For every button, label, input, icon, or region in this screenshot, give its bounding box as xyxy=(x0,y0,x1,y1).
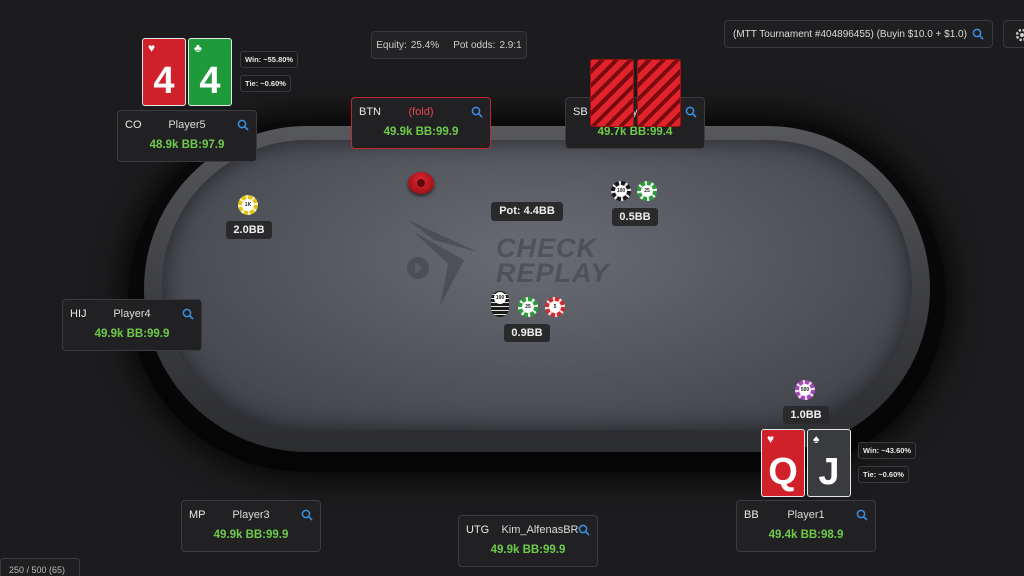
chip-denomination: 100 xyxy=(494,292,506,304)
hole-card: ♥ Q xyxy=(761,429,805,497)
hand-counter: 250 / 500 (65) xyxy=(0,558,80,576)
chip-denomination: 25 xyxy=(641,185,653,197)
card-rank: 4 xyxy=(199,60,221,102)
equity-label: Equity: xyxy=(376,39,407,51)
bet-amount-text: 1.0BB xyxy=(790,409,822,421)
chip-denomination: 1K xyxy=(242,199,254,211)
settings-button[interactable] xyxy=(1003,20,1024,48)
player-stack: 49.4k BB:98.9 xyxy=(768,529,844,541)
search-icon[interactable] xyxy=(856,508,868,526)
search-icon[interactable] xyxy=(972,28,984,43)
card-back xyxy=(590,59,634,127)
chip-denomination: 500 xyxy=(799,384,811,396)
player-seat-utg[interactable]: UTG Kim_AlfenasBR 49.9k BB:99.9 xyxy=(458,515,598,567)
heart-icon: ♥ xyxy=(767,432,775,446)
search-icon[interactable] xyxy=(237,118,249,136)
search-icon[interactable] xyxy=(182,307,194,325)
player-stack: 49.9k BB:99.9 xyxy=(490,544,566,556)
tournament-info[interactable]: (MTT Tournament #404896455) (Buyin $10.0… xyxy=(724,20,993,48)
pot-total: Pot: 4.4BB xyxy=(491,202,563,221)
hole-card: ♣ 4 xyxy=(188,38,232,106)
bet-amount: 1.0BB xyxy=(783,406,829,424)
tie-equity-text: Tie: ~0.60% xyxy=(245,79,286,88)
player-seat-mp[interactable]: MP Player3 49.9k BB:99.9 xyxy=(181,500,321,552)
hole-card: ♥ 4 xyxy=(142,38,186,106)
player-name: Player7 xyxy=(616,106,654,118)
card-back xyxy=(637,59,681,127)
player-name: (fold) xyxy=(408,106,434,118)
poker-replay-screen: CHECK REPLAY Equity: 25.4% Pot odds: 2.9… xyxy=(0,0,1024,576)
equity-info: Equity: 25.4% Pot odds: 2.9:1 xyxy=(371,31,527,59)
search-icon[interactable] xyxy=(471,105,483,123)
chip-1k: 1K xyxy=(238,195,258,215)
hand-counter-text: 250 / 500 (65) xyxy=(9,565,66,575)
player-stack: 49.9k BB:99.9 xyxy=(383,126,459,138)
win-equity-text: Win: ~55.80% xyxy=(245,55,294,64)
card-rank: 4 xyxy=(153,60,175,102)
tournament-title: (MTT Tournament #404896455) (Buyin $10.0… xyxy=(733,28,967,40)
player-seat-btn[interactable]: BTN (fold) 49.9k BB:99.9 xyxy=(351,97,491,149)
chip-denomination: 25 xyxy=(522,301,534,313)
bet-amount-text: 2.0BB xyxy=(233,224,265,236)
check-replay-logo: CHECK REPLAY xyxy=(404,212,654,308)
logo-mark-icon xyxy=(407,220,478,306)
tie-equity-text: Tie: ~0.60% xyxy=(863,470,904,479)
player-seat-sb[interactable]: SB Player7 49.7k BB:99.4 xyxy=(565,97,705,149)
player-seat-bb[interactable]: BB Player1 49.4k BB:98.9 xyxy=(736,500,876,552)
gear-icon xyxy=(1014,27,1024,48)
player-name: Player5 xyxy=(168,119,206,131)
bet-amount: 0.5BB xyxy=(612,208,658,226)
player-seat-hij[interactable]: HIJ Player4 49.9k BB:99.9 xyxy=(62,299,202,351)
search-icon[interactable] xyxy=(301,508,313,526)
bet-amount-text: 0.5BB xyxy=(619,211,651,223)
chip-5: 5 xyxy=(545,297,565,317)
pot-odds-label: Pot odds: xyxy=(453,39,496,51)
chip-100: 100 xyxy=(611,181,631,201)
chip-denomination: 5 xyxy=(549,301,561,313)
player-seat-co[interactable]: CO Player5 48.9k BB:97.9 xyxy=(117,110,257,162)
dealer-button xyxy=(408,172,434,194)
player-stack: 49.9k BB:99.9 xyxy=(94,328,170,340)
player-stack: 49.9k BB:99.9 xyxy=(213,529,289,541)
logo-text: CHECK REPLAY xyxy=(496,235,610,288)
hole-card: ♠ J xyxy=(807,429,851,497)
tie-equity-badge: Tie: ~0.60% xyxy=(858,466,909,483)
chip-500: 500 xyxy=(795,380,815,400)
equity-value: 25.4% xyxy=(410,39,440,51)
pot-total-text: Pot: 4.4BB xyxy=(499,205,555,217)
heart-icon: ♥ xyxy=(148,41,156,55)
card-rank: J xyxy=(818,451,840,493)
player-name: Player4 xyxy=(113,308,151,320)
spade-icon: ♠ xyxy=(813,432,820,446)
logo-text-line2: REPLAY xyxy=(496,258,610,288)
bet-amount: 0.9BB xyxy=(504,324,550,342)
bet-amount: 2.0BB xyxy=(226,221,272,239)
chip-25: 25 xyxy=(637,181,657,201)
win-equity-text: Win: ~43.60% xyxy=(863,446,912,455)
card-rank: Q xyxy=(768,451,798,493)
win-equity-badge: Win: ~43.60% xyxy=(858,442,917,459)
bet-amount-text: 0.9BB xyxy=(511,327,543,339)
player-name: Player1 xyxy=(787,509,825,521)
chip-25: 25 xyxy=(518,297,538,317)
player-name: Player3 xyxy=(232,509,270,521)
chip-stack-100: 100 xyxy=(491,291,509,317)
player-stack: 48.9k BB:97.9 xyxy=(149,139,225,151)
win-equity-badge: Win: ~55.80% xyxy=(240,51,299,68)
club-icon: ♣ xyxy=(194,41,202,55)
search-icon[interactable] xyxy=(685,105,697,123)
chip-denomination: 100 xyxy=(615,185,627,197)
tie-equity-badge: Tie: ~0.60% xyxy=(240,75,291,92)
pot-odds-value: 2.9:1 xyxy=(499,39,522,51)
player-stack: 49.7k BB:99.4 xyxy=(597,126,673,138)
search-icon[interactable] xyxy=(578,523,590,541)
